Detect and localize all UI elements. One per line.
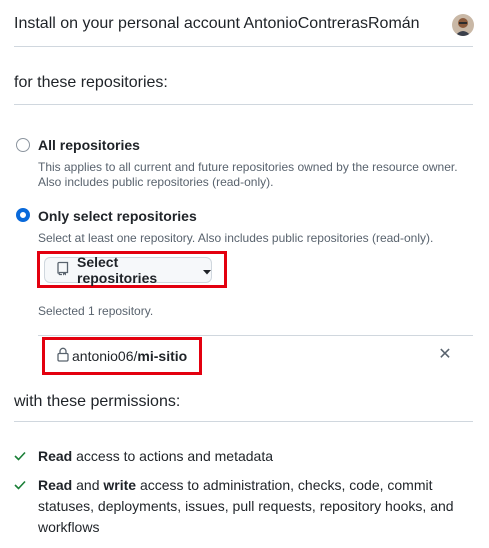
selected-count-text: Selected 1 repository. bbox=[38, 304, 154, 318]
repo-icon bbox=[56, 261, 70, 279]
caret-down-icon bbox=[203, 262, 211, 278]
selected-repos-divider bbox=[38, 335, 473, 336]
selected-repository-item: antonio06/mi-sitio bbox=[57, 347, 187, 365]
only-select-repositories-description: Select at least one repository. Also inc… bbox=[38, 231, 434, 245]
only-select-repositories-label[interactable]: Only select repositories bbox=[38, 208, 197, 224]
check-icon bbox=[14, 446, 28, 467]
lock-icon bbox=[57, 347, 69, 365]
permission-item: Read access to actions and metadata bbox=[14, 446, 468, 467]
select-repositories-button[interactable]: Select repositories bbox=[44, 254, 212, 286]
select-repositories-label: Select repositories bbox=[77, 254, 158, 286]
permissions-section-title: with these permissions: bbox=[14, 393, 181, 410]
repositories-section-title: for these repositories: bbox=[14, 74, 168, 91]
permission-verb-read: Read bbox=[38, 477, 73, 493]
avatar-image bbox=[452, 14, 474, 36]
repository-owner: antonio06/ bbox=[72, 348, 138, 364]
remove-repository-close-icon[interactable]: ✕ bbox=[436, 346, 454, 364]
all-repositories-label[interactable]: All repositories bbox=[38, 137, 140, 153]
all-repositories-radio[interactable] bbox=[16, 138, 30, 152]
check-icon bbox=[14, 475, 28, 538]
repository-name: mi-sitio bbox=[137, 348, 188, 364]
header-divider bbox=[14, 46, 473, 47]
permission-verb-write: write bbox=[103, 477, 137, 493]
repositories-divider bbox=[14, 104, 473, 105]
permission-description: access to actions and metadata bbox=[72, 448, 274, 464]
all-repositories-description-1: This applies to all current and future r… bbox=[38, 160, 458, 174]
page-title: Install on your personal account Antonio… bbox=[14, 15, 420, 32]
only-select-repositories-radio[interactable] bbox=[16, 208, 30, 222]
permission-and: and bbox=[72, 477, 104, 493]
permissions-divider bbox=[14, 421, 473, 422]
permission-verb: Read bbox=[38, 448, 73, 464]
all-repositories-description-2: Also includes public repositories (read-… bbox=[38, 175, 274, 189]
permission-item: Read and write access to administration,… bbox=[14, 475, 468, 538]
avatar[interactable] bbox=[452, 14, 474, 36]
